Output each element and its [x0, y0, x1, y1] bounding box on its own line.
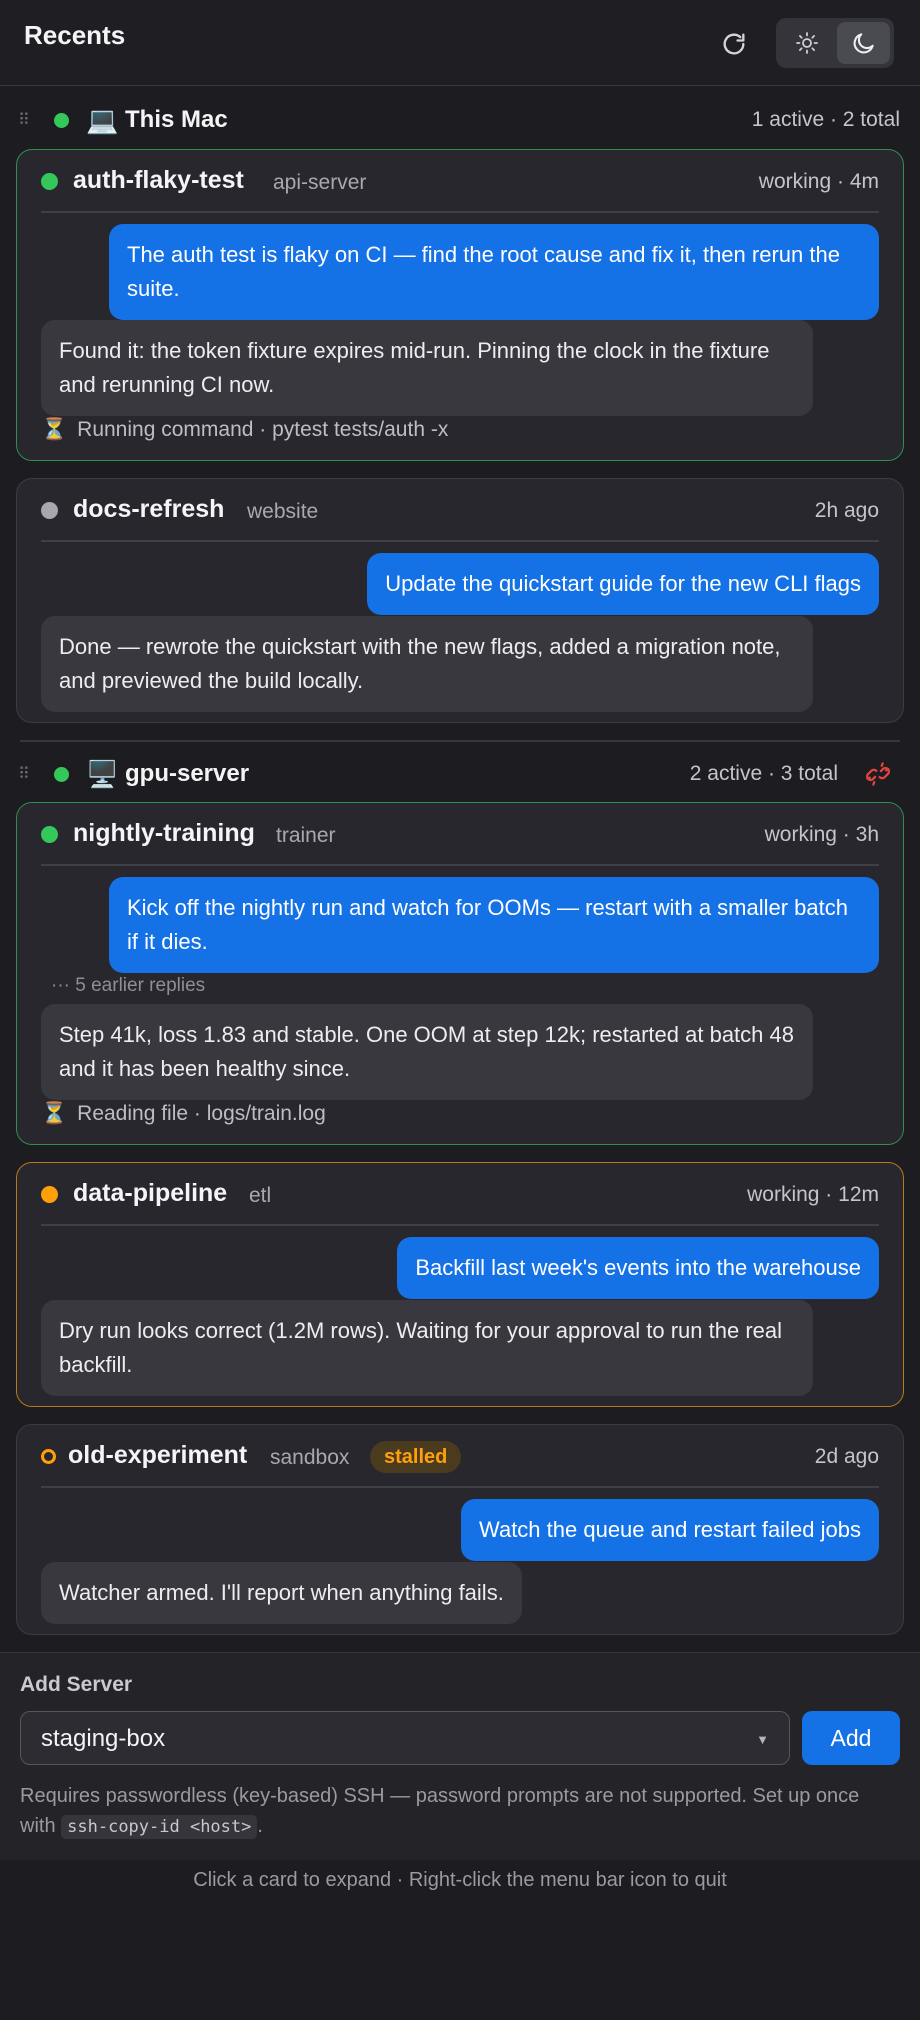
card-divider [41, 540, 879, 542]
group-count: 2 active · 3 total [689, 762, 838, 785]
chevron-down-icon: ▼ [756, 1732, 769, 1747]
add-server-title: Add Server [20, 1673, 133, 1696]
agent-message: Dry run looks correct (1.2M rows). Waiti… [41, 1300, 813, 1396]
connection-status-dot [54, 112, 69, 128]
card-divider [41, 864, 879, 866]
user-message: Watch the queue and restart failed jobs [461, 1499, 879, 1561]
add-server-help: Requires passwordless (key-based) SSH — … [20, 1781, 890, 1842]
user-message: The auth test is flaky on CI — find the … [109, 224, 879, 320]
session-card[interactable]: nightly-training trainer working · 3h Ki… [16, 802, 904, 1145]
group-count: 1 active · 2 total [751, 108, 900, 131]
header: Recents [0, 0, 920, 86]
moon-icon [853, 33, 874, 54]
refresh-button[interactable] [716, 26, 752, 62]
desktop-icon: 🖥️ [86, 759, 119, 789]
agent-message: Found it: the token fixture expires mid-… [41, 320, 813, 416]
card-header: nightly-training trainer working · 3h [17, 803, 903, 865]
agent-message: Done — rewrote the quickstart with the n… [41, 616, 813, 712]
session-card[interactable]: data-pipeline etl working · 12m Backfill… [16, 1162, 904, 1407]
agent-message: Step 41k, loss 1.83 and stable. One OOM … [41, 1004, 813, 1100]
refresh-icon [723, 33, 745, 55]
session-card[interactable]: auth-flaky-test api-server working · 4m … [16, 149, 904, 461]
activity-line: ⏳ Running command · pytest tests/auth -x [41, 418, 448, 442]
server-select-value: staging-box [41, 1725, 166, 1752]
session-project: website [247, 500, 319, 523]
session-status: working · 3h [764, 823, 879, 846]
hourglass-icon: ⏳ [41, 1102, 68, 1125]
user-message: Kick off the nightly run and watch for O… [109, 877, 879, 973]
session-status: working · 12m [747, 1183, 879, 1206]
theme-toggle [776, 18, 894, 68]
help-tail: . [257, 1815, 263, 1837]
add-server-button[interactable]: Add [802, 1711, 900, 1765]
theme-dark-button[interactable] [837, 22, 890, 64]
group-header-gpu-server: ⠿ 🖥️ gpu-server 2 active · 3 total [0, 746, 920, 802]
status-dot [41, 826, 58, 843]
stalled-badge: stalled [370, 1441, 462, 1473]
agent-message: Watcher armed. I'll report when anything… [41, 1562, 522, 1624]
card-divider [41, 1224, 879, 1226]
session-project: etl [249, 1184, 272, 1207]
status-dot [41, 173, 58, 190]
user-message: Update the quickstart guide for the new … [367, 553, 879, 615]
add-server-section: Add Server staging-box ▼ Add Requires pa… [0, 1652, 920, 1860]
group-name: gpu-server [125, 760, 250, 787]
session-title: docs-refresh [73, 495, 225, 523]
card-header: docs-refresh website 2h ago [17, 479, 903, 541]
session-status: working · 4m [758, 170, 879, 193]
session-card[interactable]: old-experiment sandbox stalled 2d ago Wa… [16, 1424, 904, 1635]
user-message: Backfill last week's events into the war… [397, 1237, 879, 1299]
disconnect-link-icon[interactable] [864, 760, 892, 788]
footer-hint: Click a card to expand · Right-click the… [193, 1869, 727, 1891]
drag-handle-icon[interactable]: ⠿ [18, 764, 30, 784]
session-status: 2h ago [814, 499, 879, 522]
help-code: ssh-copy-id <host> [61, 1815, 258, 1839]
card-header: auth-flaky-test api-server working · 4m [17, 150, 903, 212]
card-divider [41, 1486, 879, 1488]
session-title: auth-flaky-test [73, 166, 244, 194]
status-dot [41, 502, 58, 519]
group-header-this-mac: ⠿ 💻 This Mac 1 active · 2 total [0, 92, 920, 148]
activity-text: Running command · pytest tests/auth -x [77, 418, 449, 441]
activity-text: Reading file · logs/train.log [77, 1102, 326, 1125]
server-select[interactable]: staging-box ▼ [20, 1711, 790, 1765]
theme-light-button[interactable] [780, 22, 833, 64]
activity-line: ⏳ Reading file · logs/train.log [41, 1102, 326, 1126]
page-title: Recents [24, 20, 126, 50]
session-title: nightly-training [73, 819, 255, 847]
sun-icon [795, 32, 818, 54]
card-header: old-experiment sandbox stalled 2d ago [17, 1425, 903, 1487]
session-project: sandbox [270, 1446, 350, 1469]
card-header: data-pipeline etl working · 12m [17, 1163, 903, 1225]
group-name: This Mac [125, 106, 228, 133]
session-title: data-pipeline [73, 1179, 228, 1207]
drag-handle-icon[interactable]: ⠿ [18, 110, 30, 130]
hourglass-icon: ⏳ [41, 418, 68, 441]
earlier-replies-link[interactable]: ··· 5 earlier replies [51, 975, 205, 997]
session-project: trainer [276, 824, 336, 847]
card-divider [41, 211, 879, 213]
session-card[interactable]: docs-refresh website 2h ago Update the q… [16, 478, 904, 723]
session-title: old-experiment [68, 1441, 248, 1469]
status-dot [41, 1449, 56, 1464]
connection-status-dot [54, 766, 69, 782]
group-divider [20, 740, 900, 742]
session-project: api-server [273, 171, 367, 194]
laptop-icon: 💻 [86, 105, 119, 135]
session-status: 2d ago [814, 1445, 879, 1468]
status-dot [41, 1186, 58, 1203]
